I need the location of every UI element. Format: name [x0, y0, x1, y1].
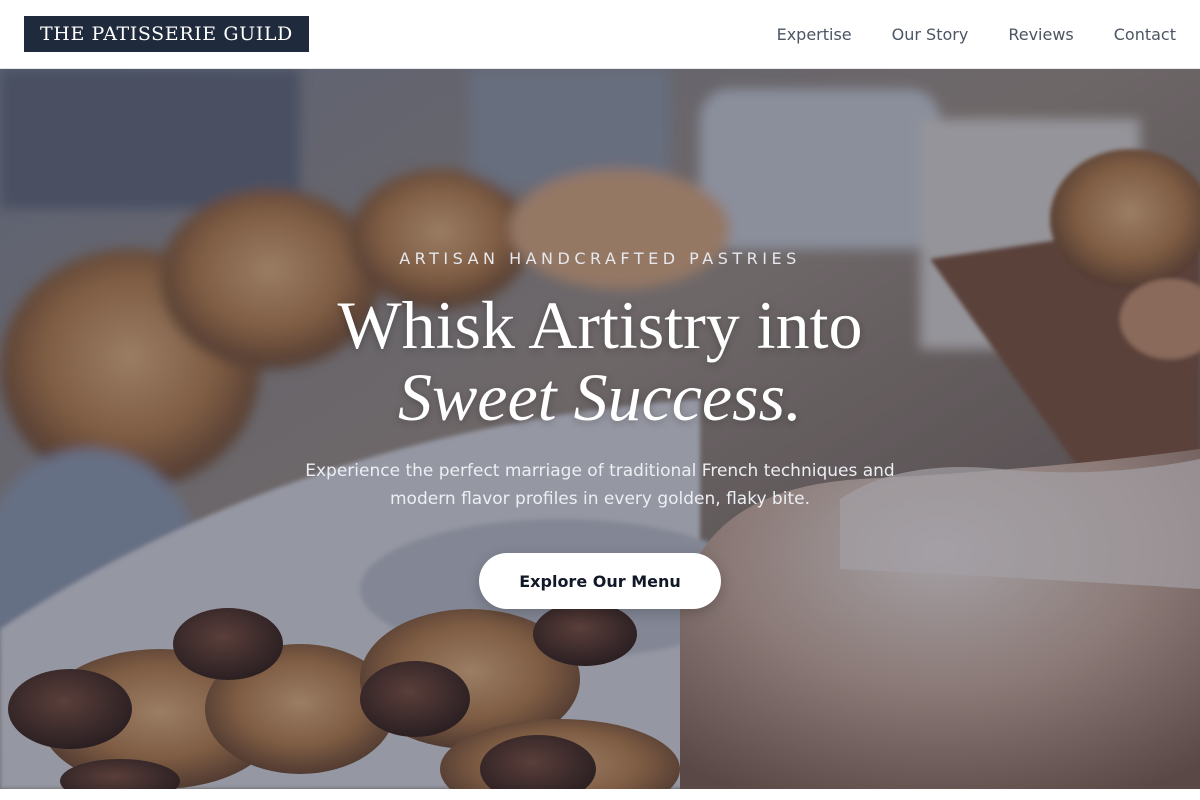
- hero-headline: Whisk Artistry into Sweet Success.: [0, 289, 1200, 433]
- site-header: THE PATISSERIE GUILD Expertise Our Story…: [0, 0, 1200, 69]
- nav-link-expertise[interactable]: Expertise: [777, 25, 852, 44]
- hero-subtext: Experience the perfect marriage of tradi…: [305, 461, 895, 509]
- hero-section: ARTISAN HANDCRAFTED PASTRIES Whisk Artis…: [0, 69, 1200, 789]
- nav-link-reviews[interactable]: Reviews: [1008, 25, 1073, 44]
- hero-eyebrow: ARTISAN HANDCRAFTED PASTRIES: [399, 249, 801, 268]
- nav-link-contact[interactable]: Contact: [1114, 25, 1176, 44]
- main-nav: Expertise Our Story Reviews Contact: [777, 25, 1176, 44]
- site-logo[interactable]: THE PATISSERIE GUILD: [24, 16, 309, 52]
- hero-headline-line2: Sweet Success.: [397, 359, 803, 435]
- hero-headline-line1: Whisk Artistry into: [337, 287, 863, 363]
- page-bottom-edge: [0, 789, 1200, 800]
- nav-link-our-story[interactable]: Our Story: [892, 25, 969, 44]
- explore-menu-button[interactable]: Explore Our Menu: [479, 553, 721, 609]
